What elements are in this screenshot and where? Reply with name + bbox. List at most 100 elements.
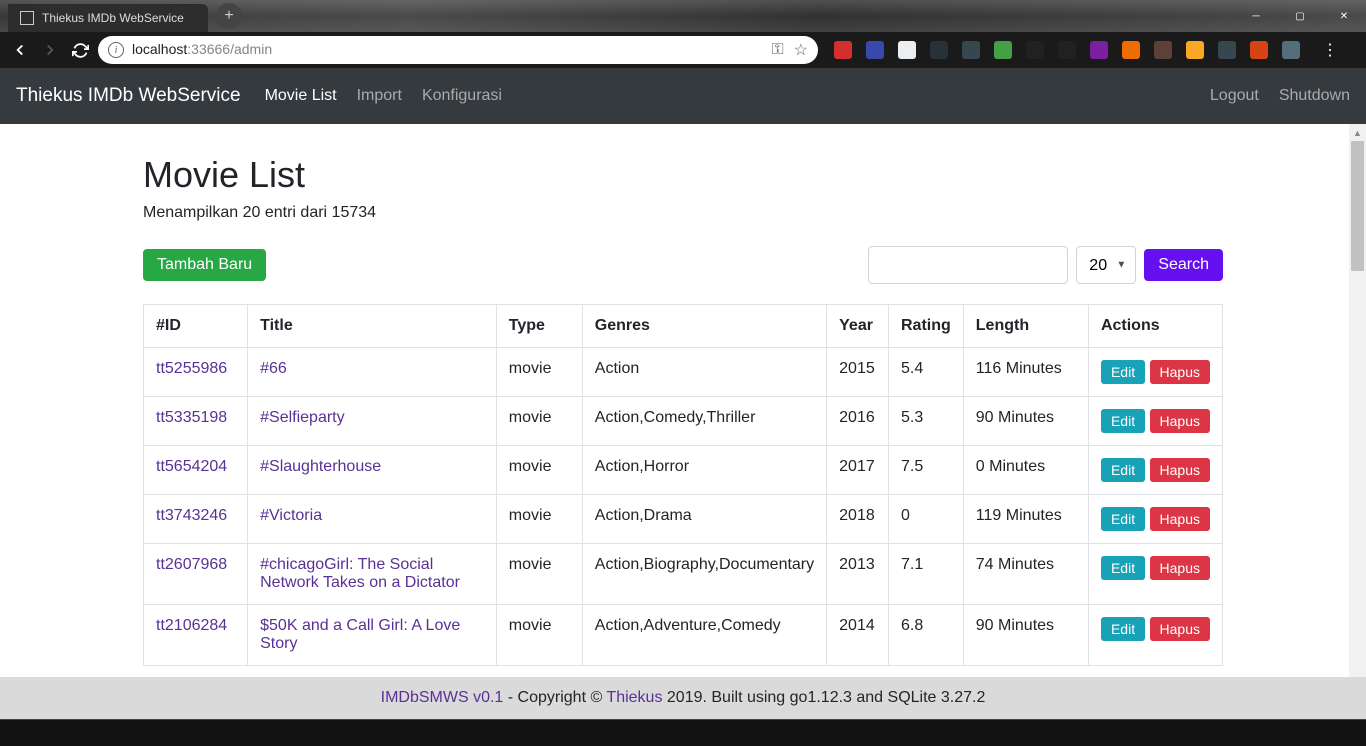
movie-table: #ID Title Type Genres Year Rating Length… (143, 304, 1223, 666)
movie-length: 90 Minutes (963, 605, 1088, 666)
movie-id-link[interactable]: tt5654204 (156, 458, 227, 475)
back-button[interactable] (8, 38, 32, 62)
scroll-up-icon[interactable]: ▲ (1349, 124, 1366, 141)
movie-type: movie (496, 397, 582, 446)
extension-icon[interactable] (1218, 41, 1236, 59)
search-button[interactable]: Search (1144, 249, 1223, 281)
col-header-title: Title (248, 305, 497, 348)
edit-button[interactable]: Edit (1101, 507, 1145, 531)
nav-link-logout[interactable]: Logout (1210, 87, 1259, 105)
col-header-rating: Rating (889, 305, 964, 348)
movie-genres: Action,Biography,Documentary (582, 544, 826, 605)
extension-icon[interactable] (930, 41, 948, 59)
toolbar: Tambah Baru 20 ▼ Search (143, 246, 1223, 284)
footer-app-link[interactable]: IMDbSMWS v0.1 (381, 689, 504, 706)
delete-button[interactable]: Hapus (1150, 409, 1210, 433)
file-icon (20, 11, 34, 25)
movie-title-link[interactable]: #Selfieparty (260, 409, 345, 426)
col-header-actions: Actions (1088, 305, 1222, 348)
extension-icon[interactable] (1090, 41, 1108, 59)
movie-title-link[interactable]: #Slaughterhouse (260, 458, 381, 475)
movie-title-link[interactable]: #66 (260, 360, 287, 377)
page-footer: IMDbSMWS v0.1 - Copyright © Thiekus 2019… (0, 677, 1366, 719)
browser-menu-button[interactable]: ⋮ (1316, 40, 1344, 60)
edit-button[interactable]: Edit (1101, 409, 1145, 433)
site-info-icon[interactable]: i (108, 42, 124, 58)
nav-link-konfigurasi[interactable]: Konfigurasi (422, 87, 502, 105)
table-row: tt5335198 #Selfieparty movie Action,Come… (144, 397, 1223, 446)
movie-year: 2013 (827, 544, 889, 605)
movie-id-link[interactable]: tt5255986 (156, 360, 227, 377)
nav-link-import[interactable]: Import (357, 87, 402, 105)
movie-type: movie (496, 348, 582, 397)
col-header-type: Type (496, 305, 582, 348)
movie-id-link[interactable]: tt3743246 (156, 507, 227, 524)
search-input[interactable] (868, 246, 1068, 284)
col-header-genres: Genres (582, 305, 826, 348)
extension-icon[interactable] (1250, 41, 1268, 59)
forward-button[interactable] (38, 38, 62, 62)
movie-length: 116 Minutes (963, 348, 1088, 397)
minimize-button[interactable]: ─ (1234, 0, 1278, 32)
scrollbar-thumb[interactable] (1351, 141, 1364, 271)
scrollbar[interactable]: ▲ ▼ (1349, 124, 1366, 719)
movie-year: 2015 (827, 348, 889, 397)
url-host: localhost (132, 41, 187, 57)
tab-title: Thiekus IMDb WebService (42, 11, 196, 25)
new-tab-button[interactable]: + (216, 3, 242, 29)
edit-button[interactable]: Edit (1101, 360, 1145, 384)
nav-link-movie-list[interactable]: Movie List (265, 87, 337, 105)
delete-button[interactable]: Hapus (1150, 507, 1210, 531)
edit-button[interactable]: Edit (1101, 556, 1145, 580)
extension-icon[interactable] (994, 41, 1012, 59)
delete-button[interactable]: Hapus (1150, 617, 1210, 641)
movie-id-link[interactable]: tt5335198 (156, 409, 227, 426)
bookmark-icon[interactable]: ☆ (794, 40, 808, 60)
add-button[interactable]: Tambah Baru (143, 249, 266, 281)
maximize-button[interactable]: ▢ (1278, 0, 1322, 32)
extension-icon[interactable] (898, 41, 916, 59)
page-content: Movie List Menampilkan 20 entri dari 157… (0, 124, 1366, 746)
movie-id-link[interactable]: tt2607968 (156, 556, 227, 573)
extension-icon[interactable] (866, 41, 884, 59)
browser-tab[interactable]: Thiekus IMDb WebService (8, 4, 208, 32)
window-controls: ─ ▢ ✕ (1234, 0, 1366, 32)
movie-year: 2016 (827, 397, 889, 446)
footer-author-link[interactable]: Thiekus (606, 689, 662, 706)
reload-button[interactable] (68, 38, 92, 62)
extension-icon[interactable] (1282, 41, 1300, 59)
movie-length: 90 Minutes (963, 397, 1088, 446)
extension-icon[interactable] (1186, 41, 1204, 59)
os-taskbar[interactable] (0, 719, 1366, 746)
movie-type: movie (496, 605, 582, 666)
extension-icon[interactable] (1058, 41, 1076, 59)
extension-icon[interactable] (1122, 41, 1140, 59)
col-header-year: Year (827, 305, 889, 348)
movie-genres: Action (582, 348, 826, 397)
page-viewport: Thiekus IMDb WebService Movie List Impor… (0, 68, 1366, 746)
extension-icon[interactable] (1026, 41, 1044, 59)
movie-title-link[interactable]: #chicagoGirl: The Social Network Takes o… (260, 556, 460, 591)
edit-button[interactable]: Edit (1101, 617, 1145, 641)
close-button[interactable]: ✕ (1322, 0, 1366, 32)
nav-link-shutdown[interactable]: Shutdown (1279, 87, 1350, 105)
movie-title-link[interactable]: #Victoria (260, 507, 322, 524)
delete-button[interactable]: Hapus (1150, 360, 1210, 384)
movie-genres: Action,Drama (582, 495, 826, 544)
movie-title-link[interactable]: $50K and a Call Girl: A Love Story (260, 617, 460, 652)
address-input[interactable]: i localhost:33666/admin ⚿ ☆ (98, 36, 818, 64)
movie-rating: 0 (889, 495, 964, 544)
page-size-select[interactable]: 20 (1076, 246, 1136, 284)
delete-button[interactable]: Hapus (1150, 458, 1210, 482)
delete-button[interactable]: Hapus (1150, 556, 1210, 580)
movie-id-link[interactable]: tt2106284 (156, 617, 227, 634)
edit-button[interactable]: Edit (1101, 458, 1145, 482)
extension-icon[interactable] (962, 41, 980, 59)
extension-icon[interactable] (834, 41, 852, 59)
table-header-row: #ID Title Type Genres Year Rating Length… (144, 305, 1223, 348)
extension-icon[interactable] (1154, 41, 1172, 59)
navbar-brand[interactable]: Thiekus IMDb WebService (16, 85, 241, 107)
key-icon[interactable]: ⚿ (771, 41, 783, 59)
movie-length: 0 Minutes (963, 446, 1088, 495)
page-title: Movie List (143, 154, 1223, 196)
